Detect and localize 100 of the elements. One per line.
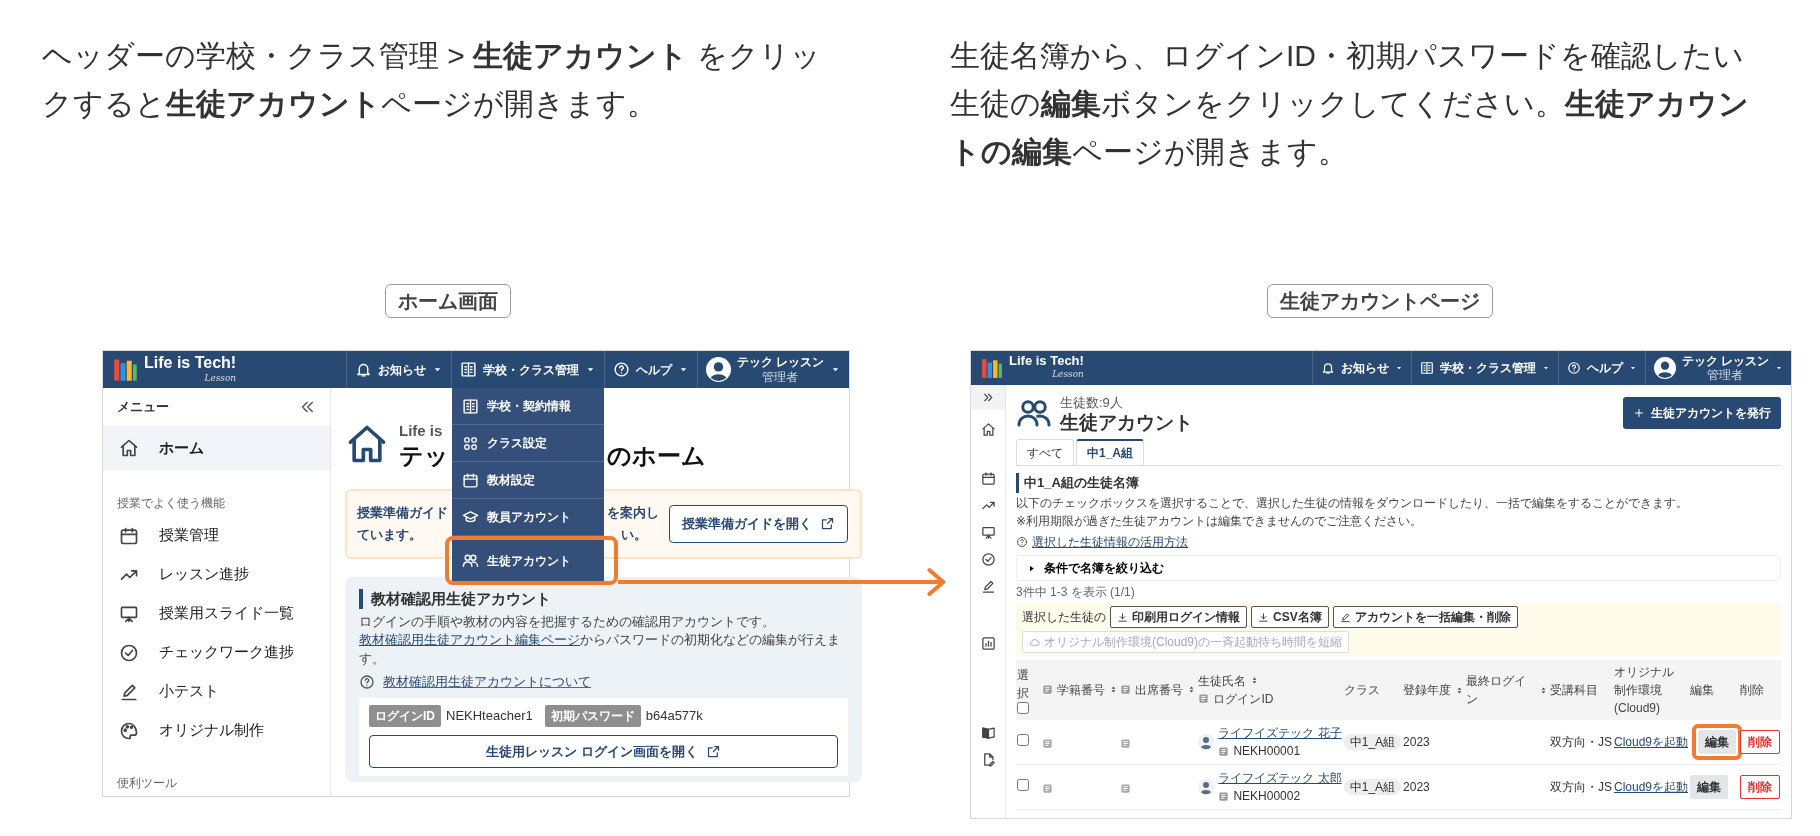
field-label: ログインID [369,704,441,727]
instruction-text: 生徒名簿から、ログインID・初期パスワードを確認したい生徒の編集ボタンをクリックしてください。生徒アカウントの編集ページが開きます。 [950,38,1750,170]
pen-icon [980,579,996,594]
launch-link[interactable]: Cloud9を起動 [1613,780,1688,795]
class-tag: 中1_A組 [1343,779,1402,796]
student-name-link[interactable]: ライフイズテック 花子 [1218,726,1342,741]
column-subheader: ログインID [1198,689,1274,708]
row-checkbox[interactable] [1017,779,1029,792]
section-heading: 便利ツール [116,775,178,792]
sidebar-item[interactable]: ホーム [103,426,330,470]
menu-item[interactable]: 学校・契約情報 [451,388,604,425]
cloud-icon [1029,636,1040,648]
bulk-action-button[interactable]: アカウントを一括編集・削除 [1332,606,1518,629]
id-card-icon [1120,782,1132,794]
caret-icon [1628,364,1637,372]
edit-page-link[interactable]: 教材確認用生徒アカウント編集ページ [359,632,580,648]
pen-icon [119,681,139,702]
palette-icon [119,720,139,741]
external-link-icon [705,743,721,759]
class-tab[interactable]: すべて [1016,439,1074,466]
notice-text: い。 [620,526,647,544]
column-header: 受講科目 [1549,682,1598,700]
menu-item[interactable]: 教材設定 [451,462,604,499]
edit-button[interactable]: 編集 [1698,730,1736,755]
check-circle-icon [119,642,139,663]
sidebar-item[interactable]: オリジナル制作 [103,711,330,750]
nav-menu-button[interactable]: お知らせ [1312,351,1411,385]
issue-account-button[interactable]: 生徒アカウントを発行 [1623,397,1781,430]
home-icon [119,438,139,458]
caret-icon [1394,364,1403,372]
sidebar-item[interactable]: レッスン進捗 [103,555,330,594]
column-header: 選択 [1017,667,1030,703]
caption-label: 生徒アカウントページ [1267,284,1493,318]
plus-icon [1633,407,1645,420]
class-tab[interactable]: 中1_A組 [1076,439,1144,466]
people-icon [461,552,479,569]
avatar-icon [705,357,731,382]
bulk-action-button[interactable]: CSV名簿 [1251,606,1329,629]
user-menu-button[interactable]: テック レッスン 管理者 [1645,351,1791,385]
student-count: 生徒数:9人 [1060,394,1124,412]
nav-menu-button[interactable]: ヘルプ [1558,351,1645,385]
sidebar-item[interactable]: 授業用スライド一覧 [103,594,330,633]
id-card-icon [1218,745,1230,757]
caret-icon [1775,364,1783,372]
instruction-text: ヘッダーの学校・クラス管理 > 生徒アカウント をクリックすると生徒アカウントページが開きます。 [42,38,822,122]
help-link[interactable]: 選択した生徒情報の活用方法 [1032,533,1188,552]
nav-menu-button[interactable]: お知らせ [346,351,451,388]
logo-subtext: Lesson [204,371,237,385]
section-heading: 授業でよく使う機能 [116,495,226,512]
select-all-checkbox[interactable] [1017,702,1029,715]
table-cell: 2023 [1403,735,1430,750]
student-name-link[interactable]: ライフイズテック 太郎 [1218,771,1342,786]
book-icon [980,725,996,740]
user-menu-button[interactable]: テック レッスン 管理者 [697,351,849,388]
column-header: オリジナル制作環境(Cloud9) [1613,664,1675,718]
menu-item[interactable]: クラス設定 [451,425,604,462]
column-header: 編集 [1690,682,1714,700]
help-icon [1016,536,1028,549]
note-text: ※利用期限が過ぎた生徒アカウントは編集できませんのでご注意ください。 [1016,513,1424,530]
bulk-label: 選択した生徒の [1022,609,1106,627]
column-header[interactable]: 生徒氏名 [1198,671,1260,690]
sidebar-item[interactable]: チェックワーク進捗 [103,633,330,672]
expand-icon [981,391,995,404]
id-card-icon [1218,790,1230,802]
launch-link[interactable]: Cloud9を起動 [1613,735,1688,750]
id-card-icon [1120,737,1132,749]
bulk-action-button[interactable]: 印刷用ログイン情報 [1110,606,1247,629]
avatar-icon [1198,779,1215,796]
table-cell: 双方向・JS [1549,780,1612,795]
login-id: NEKH00001 [1233,743,1301,761]
id-card-icon [1042,782,1054,794]
filter-toggle[interactable]: 条件で名簿を絞り込む [1016,555,1781,582]
table-cell: 2023 [1403,780,1430,795]
nav-menu-button[interactable]: ヘルプ [604,351,697,388]
calendar-icon [980,471,996,486]
external-link-icon [819,516,835,532]
open-login-button[interactable]: 生徒用レッスン ログイン画面を開く [369,734,838,769]
nav-menu-button[interactable]: 学校・クラス管理 [1411,351,1558,385]
card-description: ログインの手順や教材の内容を把握するための確認用アカウントです。 教材確認用生徒アカウント編集ページからパスワードの初期化などの編集が行えます。 [359,612,841,669]
logo-icon [981,357,1003,379]
logo-text: Life is Tech! [144,353,237,372]
chart-icon [980,636,996,651]
delete-button[interactable]: 削除 [1740,775,1780,800]
calendar-icon [119,525,139,546]
open-guide-button[interactable]: 授業準備ガイドを開く [668,505,848,543]
delete-button[interactable]: 削除 [1740,730,1780,755]
sidebar-item[interactable]: 授業管理 [103,516,330,555]
page-subtitle: Life is [399,422,443,439]
download-icon [1117,611,1128,623]
calendar-icon [461,471,479,489]
check-circle-icon [980,552,996,567]
nav-menu-button[interactable]: 学校・クラス管理 [451,351,604,388]
edit-button[interactable]: 編集 [1690,775,1728,800]
row-checkbox[interactable] [1017,734,1029,747]
avatar-icon [1653,357,1676,379]
presentation-icon [980,525,996,540]
help-icon [359,673,375,690]
sidebar-item[interactable]: 小テスト [103,672,330,711]
help-link[interactable]: 教材確認用生徒アカウントについて [383,672,591,692]
notice-text: 授業準備ガイド [357,503,448,522]
